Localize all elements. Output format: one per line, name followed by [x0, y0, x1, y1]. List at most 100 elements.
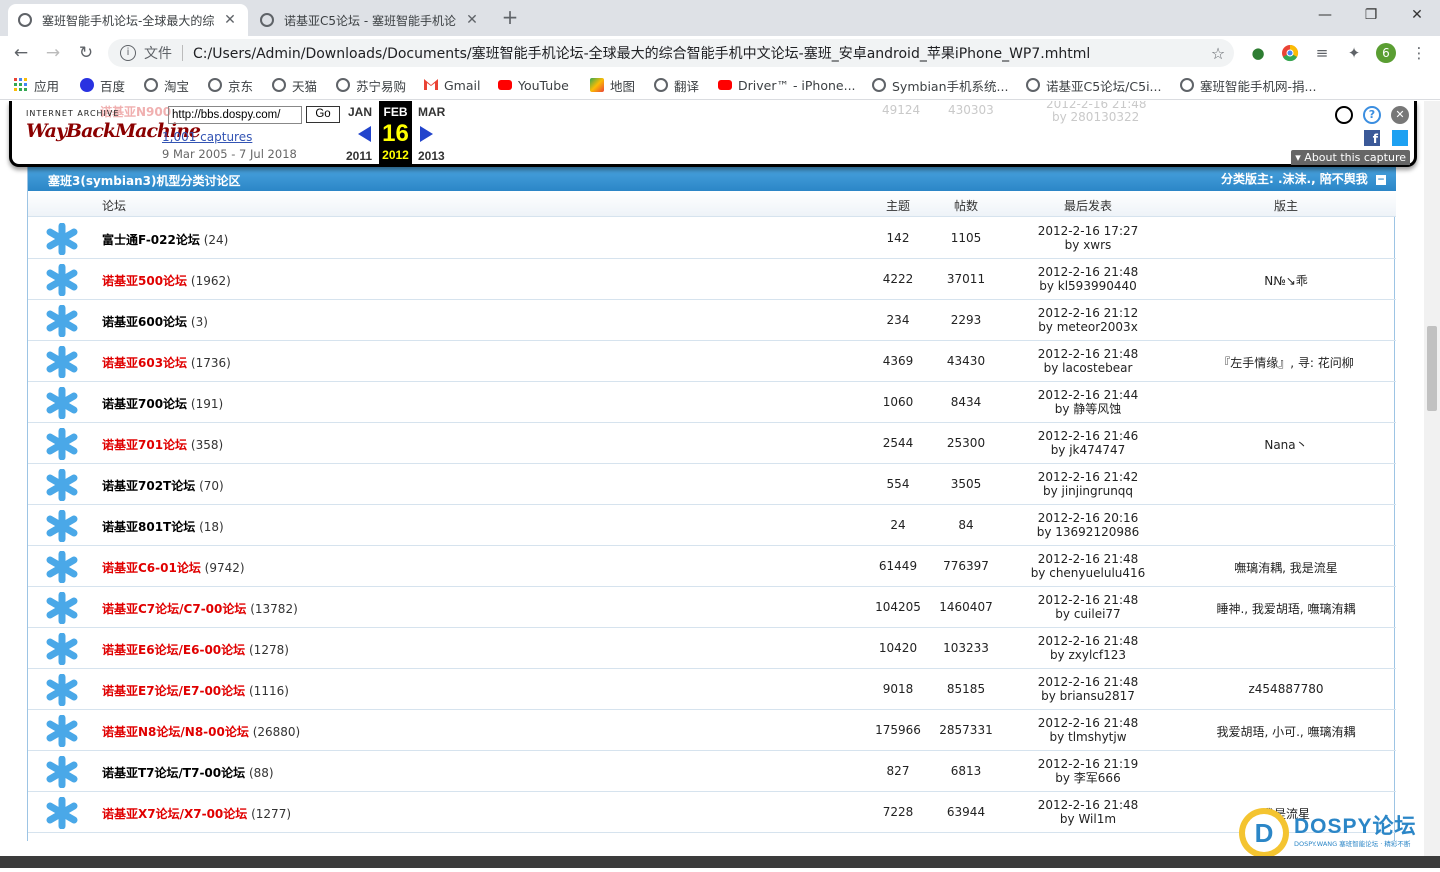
forum-moderators[interactable]: 我爱胡珸, 小可., 嘸璃洧耦 [1158, 723, 1414, 740]
bookmark-suning[interactable]: 苏宁易购 [336, 76, 406, 94]
back-button[interactable]: ← [8, 40, 34, 66]
address-bar[interactable]: i 文件 C:/Users/Admin/Downloads/Documents/… [108, 39, 1234, 67]
close-tab-icon[interactable]: ✕ [464, 12, 480, 28]
bookmark-star-icon[interactable]: ☆ [1206, 44, 1230, 63]
scrollbar-thumb[interactable] [1427, 326, 1437, 411]
wayback-url-input[interactable]: http://bbs.dospy.com/ [168, 106, 302, 124]
bookmark-c5[interactable]: 诺基亚C5论坛/C5i... [1026, 76, 1161, 94]
forum-link[interactable]: 诺基亚701论坛 [102, 438, 187, 452]
forum-last-post[interactable]: 2012-2-16 21:48 by Wil1m [1018, 798, 1158, 826]
forum-link[interactable]: 诺基亚C6-01论坛 [102, 561, 201, 575]
last-post-date[interactable]: 2012-2-16 21:48 [1038, 675, 1139, 689]
forum-link[interactable]: 诺基亚801T论坛 [102, 520, 195, 534]
browser-tab-active[interactable]: 塞班智能手机论坛-全球最大的综 ✕ [8, 4, 248, 36]
last-post-author[interactable]: by 静等风蚀 [1055, 402, 1122, 416]
facebook-icon[interactable]: f [1364, 130, 1380, 146]
bookmark-driver[interactable]: Driver™ - iPhone... [718, 76, 856, 94]
month-prev[interactable]: JAN [348, 105, 372, 119]
forum-link[interactable]: 诺基亚N8论坛/N8-00论坛 [102, 725, 249, 739]
last-post-author[interactable]: by jk474747 [1051, 443, 1126, 457]
bookmark-youtube[interactable]: YouTube [498, 76, 569, 94]
bookmark-maps[interactable]: 地图 [590, 76, 635, 94]
address-url[interactable]: C:/Users/Admin/Downloads/Documents/塞班智能手… [193, 43, 1206, 63]
forum-link[interactable]: 诺基亚T7论坛/T7-00论坛 [102, 766, 245, 780]
last-post-date[interactable]: 2012-2-16 21:48 [1038, 593, 1139, 607]
extension-globe-icon[interactable]: ● [1249, 44, 1267, 62]
forum-last-post[interactable]: 2012-2-16 21:48 by cuilei77 [1018, 593, 1158, 621]
last-post-author[interactable]: by cuilei77 [1055, 607, 1120, 621]
last-post-date[interactable]: 2012-2-16 21:48 [1038, 552, 1139, 566]
last-post-author[interactable]: by kl593990440 [1039, 279, 1137, 293]
last-post-date[interactable]: 2012-2-16 21:44 [1038, 388, 1139, 402]
forum-last-post[interactable]: 2012-2-16 21:44 by 静等风蚀 [1018, 388, 1158, 416]
forum-link[interactable]: 诺基亚C7论坛/C7-00论坛 [102, 602, 246, 616]
last-post-date[interactable]: 2012-2-16 21:48 [1038, 798, 1139, 812]
user-icon[interactable] [1335, 106, 1353, 124]
forum-last-post[interactable]: 2012-2-16 21:12 by meteor2003x [1018, 306, 1158, 334]
forum-link[interactable]: 诺基亚E6论坛/E6-00论坛 [102, 643, 245, 657]
bookmark-translate[interactable]: 翻译 [654, 76, 699, 94]
close-tab-icon[interactable]: ✕ [222, 12, 238, 28]
bookmark-apps[interactable]: 应用 [14, 76, 59, 94]
collapse-icon[interactable]: − [1376, 174, 1386, 185]
forum-last-post[interactable]: 2012-2-16 21:48 by chenyuelulu416 [1018, 552, 1158, 580]
reload-button[interactable]: ↻ [73, 40, 99, 66]
last-post-date[interactable]: 2012-2-16 21:48 [1038, 716, 1139, 730]
forum-moderators[interactable]: z454887780 [1158, 682, 1414, 696]
forum-link[interactable]: 诺基亚E7论坛/E7-00论坛 [102, 684, 245, 698]
last-post-author[interactable]: by jinjingrunqq [1043, 484, 1133, 498]
last-post-author[interactable]: by lacostebear [1044, 361, 1133, 375]
forum-moderators[interactable]: 嘸璃洧耦, 我是流星 [1158, 559, 1414, 576]
about-capture-button[interactable]: ▾ About this capture [1291, 150, 1410, 165]
close-window-button[interactable]: ✕ [1394, 0, 1440, 30]
last-post-date[interactable]: 2012-2-16 21:42 [1038, 470, 1139, 484]
browser-tab[interactable]: 诺基亚C5论坛 - 塞班智能手机论 ✕ [250, 4, 490, 36]
close-icon[interactable]: ✕ [1391, 106, 1409, 124]
menu-kebab-icon[interactable]: ⋮ [1410, 44, 1428, 62]
last-post-author[interactable]: by meteor2003x [1038, 320, 1138, 334]
forum-link[interactable]: 诺基亚X7论坛/X7-00论坛 [102, 807, 247, 821]
last-post-author[interactable]: by 13692120986 [1037, 525, 1140, 539]
extensions-puzzle-icon[interactable]: ✦ [1345, 44, 1363, 62]
forum-last-post[interactable]: 2012-2-16 21:19 by 李军666 [1018, 757, 1158, 785]
forum-last-post[interactable]: 2012-2-16 20:16 by 13692120986 [1018, 511, 1158, 539]
last-post-date[interactable]: 2012-2-16 21:48 [1038, 265, 1139, 279]
forum-last-post[interactable]: 2012-2-16 21:48 by briansu2817 [1018, 675, 1158, 703]
wayback-logo[interactable]: INTERNET ARCHIVE WayBackMachine [26, 109, 201, 155]
forum-link[interactable]: 诺基亚600论坛 [102, 315, 187, 329]
profile-avatar[interactable]: 6 [1376, 43, 1396, 63]
bookmark-jd[interactable]: 京东 [208, 76, 253, 94]
forum-link[interactable]: 富士通F-022论坛 [102, 233, 200, 247]
bookmark-symbian[interactable]: Symbian手机系统... [872, 76, 1008, 94]
wayback-go-button[interactable]: Go [306, 106, 340, 123]
last-post-date[interactable]: 2012-2-16 21:46 [1038, 429, 1139, 443]
forum-last-post[interactable]: 2012-2-16 17:27 by xwrs [1018, 224, 1158, 252]
last-post-date[interactable]: 2012-2-16 21:12 [1038, 306, 1139, 320]
help-icon[interactable]: ? [1363, 106, 1381, 124]
forum-moderators[interactable]: Nana丶 [1158, 436, 1414, 453]
last-post-author[interactable]: by briansu2817 [1041, 689, 1135, 703]
page-scrollbar[interactable] [1424, 101, 1440, 868]
last-post-date[interactable]: 2012-2-16 21:48 [1038, 347, 1139, 361]
twitter-icon[interactable] [1392, 130, 1408, 146]
forward-button[interactable]: → [40, 40, 66, 66]
bookmark-gmail[interactable]: Gmail [424, 76, 480, 94]
chrome-extension-icon[interactable] [1281, 44, 1299, 62]
category-title[interactable]: 塞班3(symbian3)机型分类讨论区 [48, 172, 240, 189]
forum-link[interactable]: 诺基亚603论坛 [102, 356, 187, 370]
last-post-date[interactable]: 2012-2-16 17:27 [1038, 224, 1139, 238]
last-post-author[interactable]: by zxylcf123 [1050, 648, 1126, 662]
new-tab-button[interactable]: + [498, 6, 522, 30]
info-icon[interactable]: i [120, 45, 136, 61]
last-post-author[interactable]: by Wil1m [1060, 812, 1116, 826]
forum-last-post[interactable]: 2012-2-16 21:46 by jk474747 [1018, 429, 1158, 457]
last-post-author[interactable]: by chenyuelulu416 [1031, 566, 1146, 580]
prev-arrow-icon[interactable] [358, 126, 371, 142]
last-post-date[interactable]: 2012-2-16 21:19 [1038, 757, 1139, 771]
bookmark-tmall[interactable]: 天猫 [272, 76, 317, 94]
forum-last-post[interactable]: 2012-2-16 21:48 by lacostebear [1018, 347, 1158, 375]
last-post-date[interactable]: 2012-2-16 21:48 [1038, 634, 1139, 648]
last-post-date[interactable]: 2012-2-16 20:16 [1038, 511, 1139, 525]
forum-link[interactable]: 诺基亚702T论坛 [102, 479, 195, 493]
last-post-author[interactable]: by 李军666 [1055, 771, 1120, 785]
